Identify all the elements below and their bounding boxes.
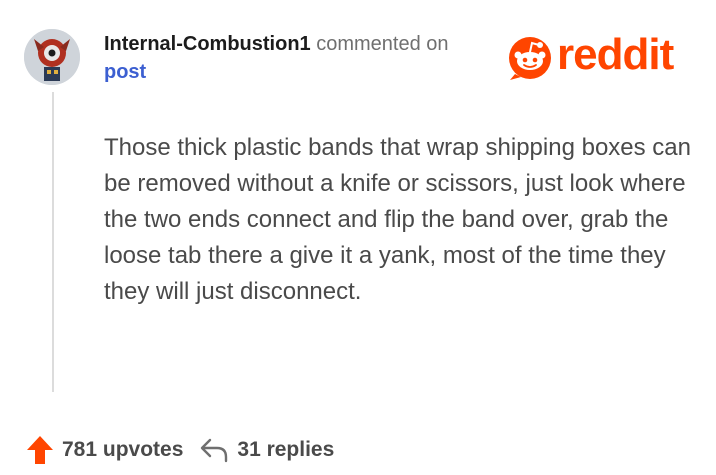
reply-arrow-icon[interactable]: [199, 437, 229, 463]
reddit-logo: reddit: [507, 30, 697, 80]
comment-header: Internal-Combustion1 commented on post: [104, 30, 504, 86]
upvote-count: 781 upvotes: [62, 438, 184, 461]
reply-count[interactable]: 31 replies: [237, 438, 334, 462]
username[interactable]: Internal-Combustion1: [104, 33, 311, 55]
reddit-alien-icon: [509, 37, 551, 80]
upvote-arrow-icon[interactable]: [26, 435, 54, 465]
comment-footer: 781 upvotes 31 replies: [26, 432, 334, 468]
user-avatar[interactable]: [24, 29, 80, 85]
reddit-wordmark: reddit: [557, 30, 674, 79]
comment-card: Internal-Combustion1 commented on post r…: [0, 0, 716, 475]
comment-action-text: commented on: [316, 33, 449, 55]
avatar-image: [24, 29, 80, 85]
comment-body: Those thick plastic bands that wrap ship…: [104, 134, 692, 305]
thread-line: [52, 92, 54, 392]
post-link[interactable]: post: [104, 58, 504, 86]
